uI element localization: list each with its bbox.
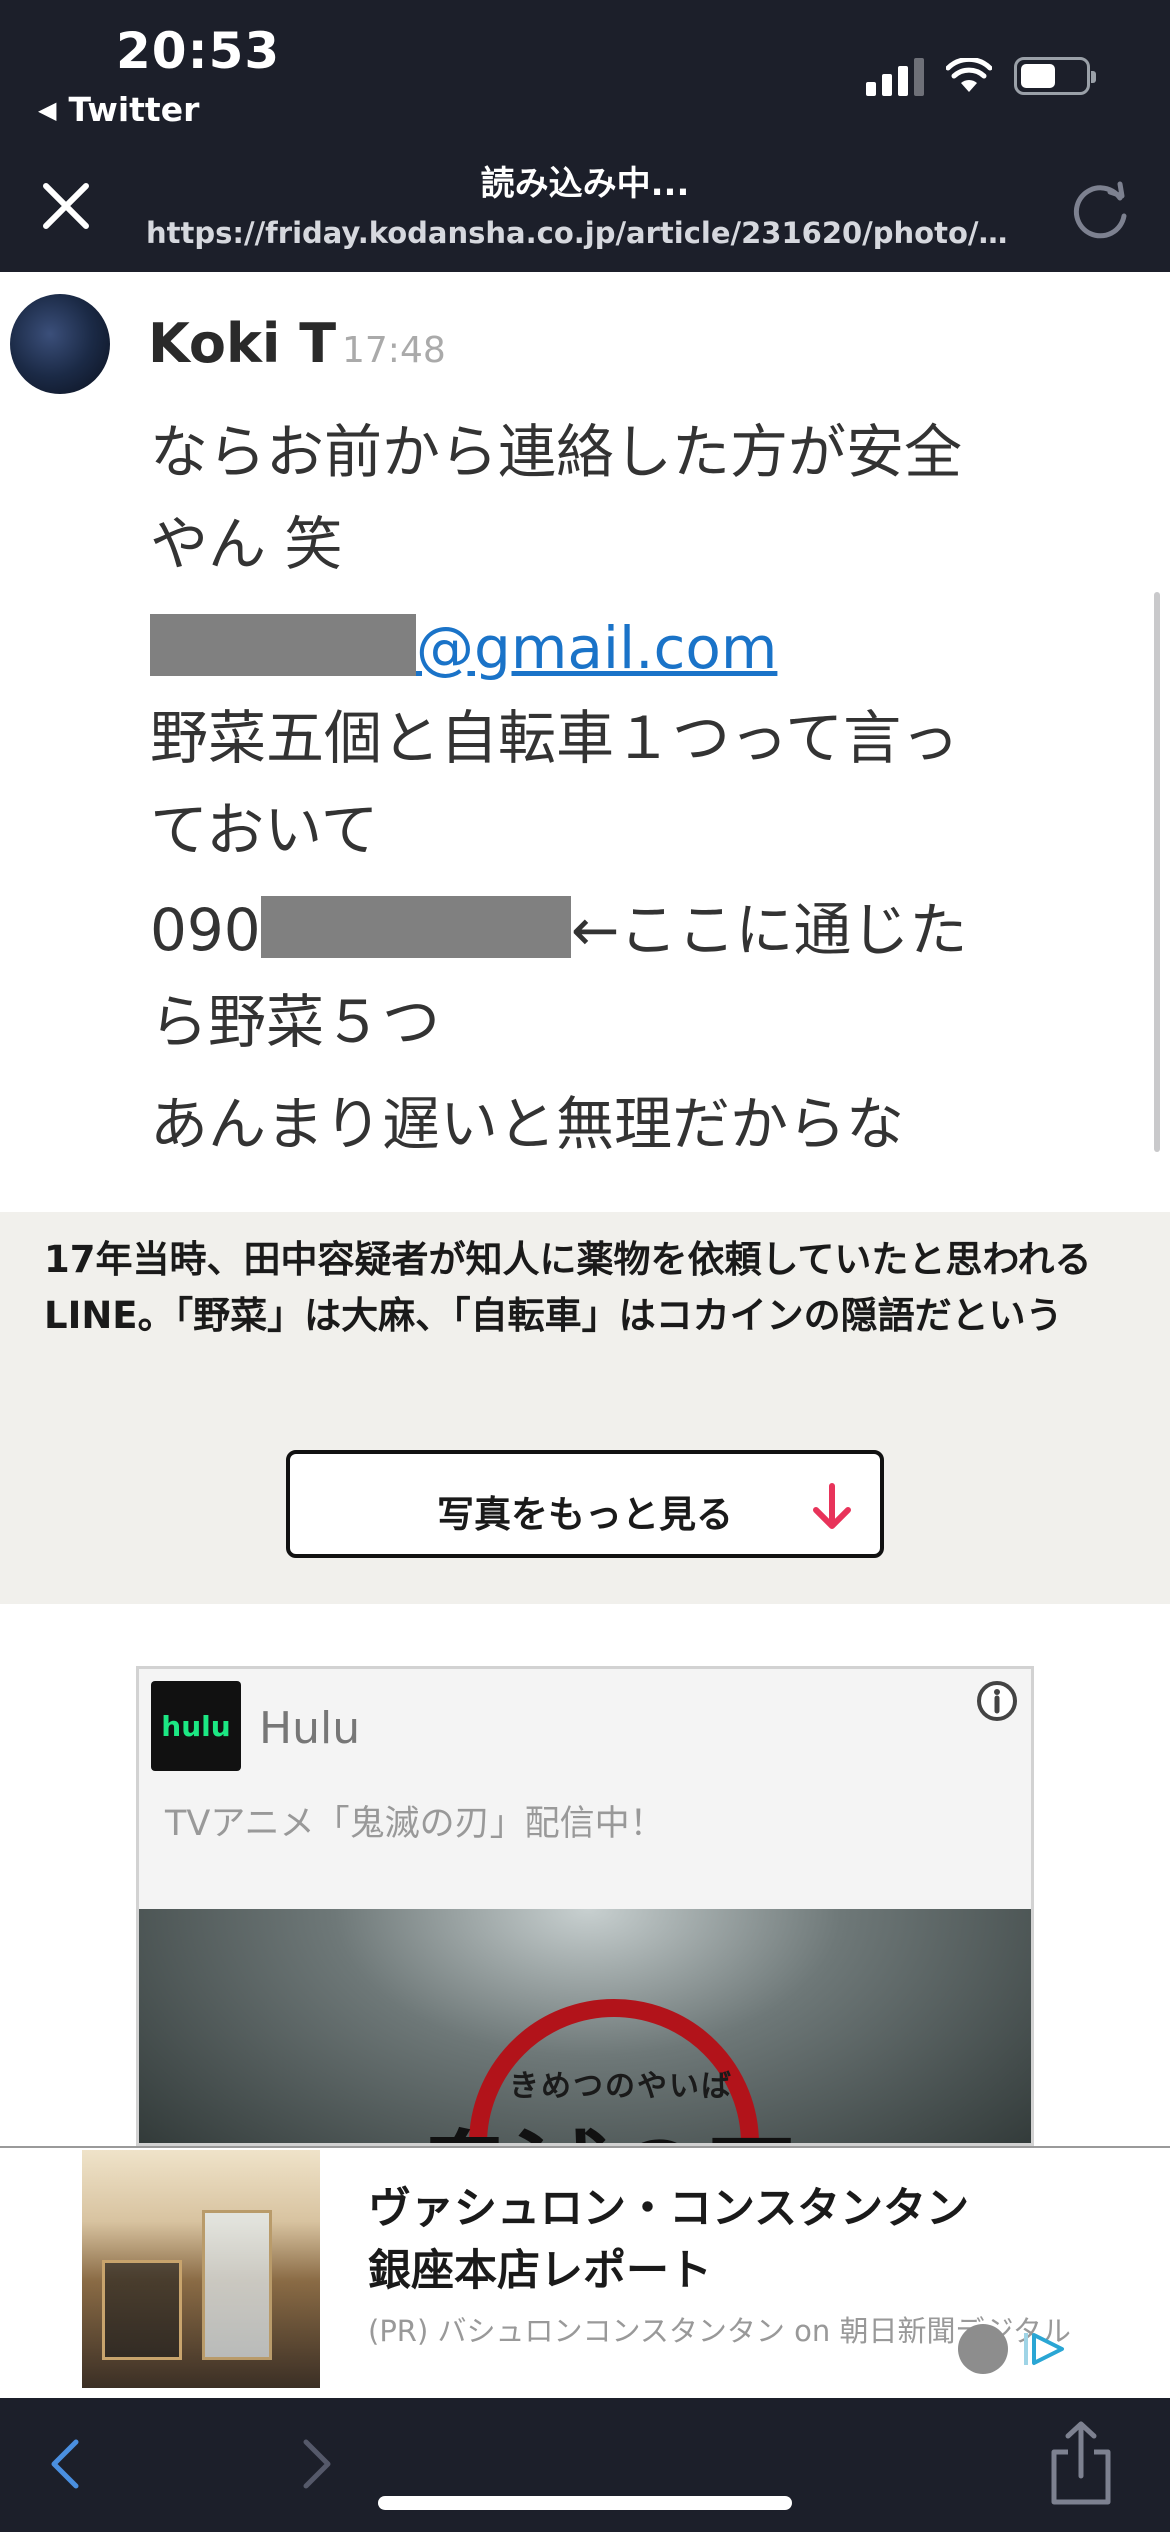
back-to-app-link[interactable]: ◀ Twitter [38, 90, 199, 129]
reload-icon[interactable] [1066, 176, 1136, 246]
browser-top-bar: 20:53 ◀ Twitter 読み込み中... https://friday.… [0, 0, 1170, 272]
hulu-ad[interactable]: hulu Hulu TVアニメ「鬼滅の刃」配信中！ きめつのやいば 鬼滅の刃 [136, 1666, 1034, 2146]
cellular-signal-icon [866, 56, 924, 96]
arrow-down-icon [813, 1483, 851, 1529]
status-icons [866, 56, 1096, 96]
phone-suffix: ←ここに通じた [570, 896, 968, 964]
back-arrow-icon[interactable] [44, 2434, 84, 2494]
info-icon[interactable] [975, 1679, 1019, 1723]
message-line: ておいて [150, 796, 379, 864]
message-line: 野菜五個と自転車１つって言っ [150, 704, 960, 772]
see-more-label: 写真をもっと見る [437, 1493, 733, 1536]
message-time: 17:48 [342, 330, 446, 371]
photo-caption: 17年当時、田中容疑者が知人に薬物を依頼していたと思われるLINE。「野菜」は大… [44, 1238, 1092, 1337]
forward-arrow-icon[interactable] [298, 2434, 338, 2494]
ad-choice-icons [958, 2324, 1068, 2374]
browser-bottom-toolbar [0, 2398, 1170, 2532]
sender-name: Koki T [148, 312, 337, 375]
message-line: ら野菜５つ [150, 988, 441, 1056]
ad-image: きめつのやいば 鬼滅の刃 [139, 1909, 1031, 2143]
status-time: 20:53 [116, 22, 281, 80]
share-icon[interactable] [1046, 2418, 1116, 2508]
page-loading-title: 読み込み中... [480, 164, 690, 204]
ad-mask-icon[interactable] [958, 2324, 1008, 2374]
home-indicator[interactable] [378, 2496, 792, 2510]
message-line: あんまり遅いと無理だからな [150, 1090, 905, 1158]
battery-icon [1014, 57, 1096, 95]
caption-section: 17年当時、田中容疑者が知人に薬物を依頼していたと思われるLINE。「野菜」は大… [0, 1212, 1170, 1604]
banner-ad[interactable]: ヴァシュロン・コンスタンタン 銀座本店レポート (PR) バシュロンコンスタンタ… [0, 2146, 1170, 2398]
email-domain: @gmail.com [416, 614, 778, 682]
phone-prefix: 090 [150, 896, 261, 964]
adchoices-icon[interactable] [1018, 2329, 1068, 2369]
display-case [202, 2210, 272, 2360]
banner-title: ヴァシュロン・コンスタンタン 銀座本店レポート [368, 2178, 969, 2302]
back-triangle-icon: ◀ [38, 95, 57, 124]
message-line-phone: 090 ←ここに通じた [150, 884, 967, 976]
see-more-photos-button[interactable]: 写真をもっと見る [286, 1450, 884, 1558]
message-line: やん 笑 [150, 510, 343, 578]
message-line: ならお前から連絡した方が安全 [150, 418, 963, 486]
ad-image-title: 鬼滅の刃 [417, 2099, 801, 2143]
hulu-logo: hulu [151, 1681, 241, 1771]
message-line-email: @gmail.com [150, 602, 777, 694]
ad-advertiser: Hulu [259, 1703, 361, 1754]
scrollbar[interactable] [1154, 592, 1160, 1152]
banner-title-line: 銀座本店レポート [368, 2246, 712, 2296]
email-link: @gmail.com [150, 614, 777, 682]
avatar [10, 294, 110, 394]
url-display[interactable]: https://friday.kodansha.co.jp/article/23… [146, 216, 1026, 250]
redacted-block [150, 614, 416, 676]
redacted-block [260, 896, 571, 958]
banner-ad-image [82, 2150, 320, 2388]
banner-title-line: ヴァシュロン・コンスタンタン [368, 2184, 970, 2234]
ad-text: TVアニメ「鬼滅の刃」配信中！ [165, 1804, 665, 1844]
wifi-icon [946, 58, 992, 92]
display-case [102, 2260, 182, 2360]
chat-screenshot-image: Koki T 17:48 ならお前から連絡した方が安全 やん 笑 @gmail.… [0, 272, 1170, 1212]
back-app-label: Twitter [68, 90, 200, 129]
